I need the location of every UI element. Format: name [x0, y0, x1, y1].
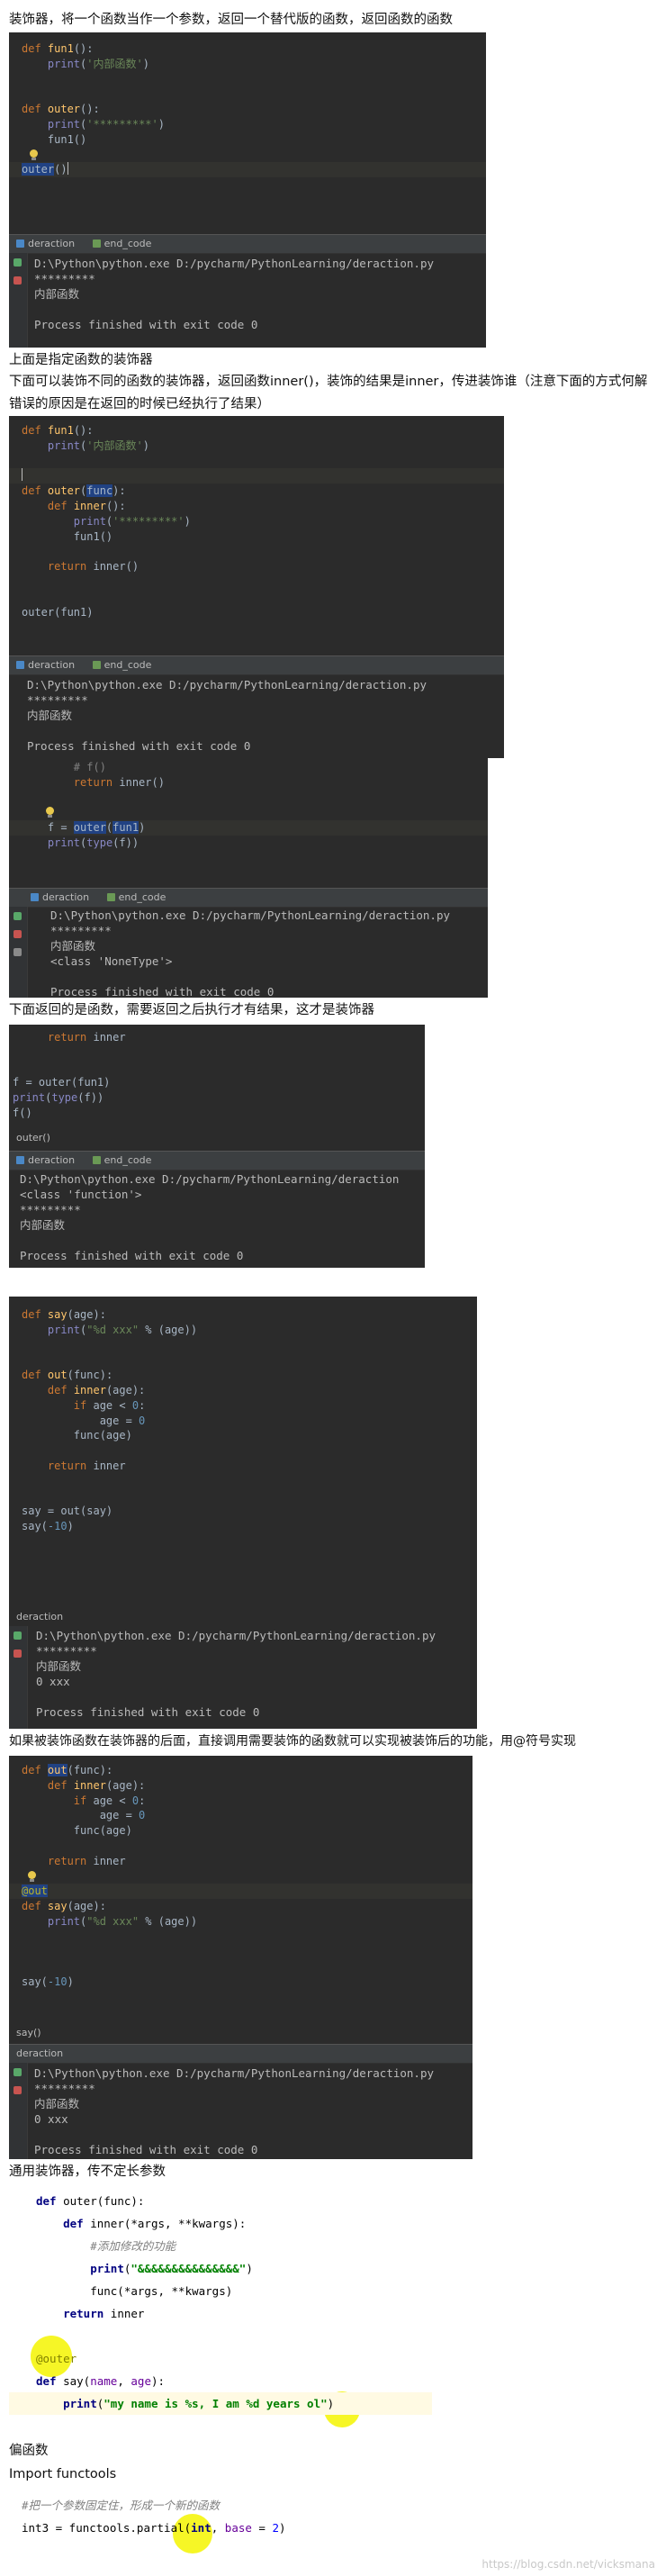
note-generic-decorator: 下面可以装饰不同的函数的装饰器，返回函数inner()，装饰的结果是inner，…: [9, 375, 648, 411]
run-gutter: [9, 1626, 28, 1729]
note-import-functools: Import functools: [9, 2467, 117, 2481]
run-output: D:\Python\python.exe D:/pycharm/PythonLe…: [34, 2066, 435, 2156]
watermark: https://blog.csdn.net/vicksmana: [482, 2558, 655, 2571]
stop-icon[interactable]: [14, 2086, 22, 2094]
screenshot-type-none: # f() return inner() f = outer(fun1) pri…: [9, 758, 488, 998]
tab-end-code[interactable]: end_code: [86, 235, 159, 253]
tab-end-code[interactable]: end_code: [86, 656, 159, 674]
pause-icon[interactable]: [14, 948, 22, 956]
code-editor[interactable]: def outer(func): def inner(*args, **kwar…: [9, 2190, 432, 2415]
run-icon: [92, 240, 101, 248]
code-editor[interactable]: return inner f = outer(fun1) print(type(…: [9, 1030, 425, 1121]
screenshot-fun1-outer: def fun1(): print('内部函数') def outer(): p…: [9, 32, 486, 348]
run-tabs: deraction end_code: [9, 1151, 425, 1170]
stop-icon[interactable]: [14, 1650, 22, 1658]
tab-deraction[interactable]: deraction: [9, 656, 82, 674]
run-tabs: deraction end_code: [9, 655, 504, 675]
screenshot-at-decorator: def out(func): def inner(age): if age < …: [9, 1756, 472, 2159]
screenshot-varargs-decorator: def outer(func): def inner(*args, **kwar…: [9, 2186, 432, 2434]
run-icon: [106, 893, 115, 901]
code-editor[interactable]: # f() return inner() f = outer(fun1) pri…: [9, 760, 488, 851]
run-icon: [16, 240, 24, 248]
run-icon: [92, 661, 101, 669]
note-partial-function: 偏函数: [9, 2444, 49, 2458]
run-icon: [31, 893, 39, 901]
note-specific-decorator: 上面是指定函数的装饰器: [9, 353, 153, 367]
screenshot-partial: #把一个参数固定住，形成一个新的函数 int3 = functools.part…: [9, 2490, 459, 2555]
tab-deraction[interactable]: deraction: [9, 235, 82, 253]
screenshot-type-function: return inner f = outer(fun1) print(type(…: [9, 1025, 425, 1268]
code-editor[interactable]: def out(func): def inner(age): if age < …: [9, 1763, 472, 1990]
note-generic-varargs: 通用装饰器，传不定长参数: [9, 2165, 166, 2179]
run-icon: [16, 1156, 24, 1164]
breadcrumb: outer(): [9, 1129, 425, 1147]
run-tabs: deraction: [9, 1608, 477, 1626]
run-icon: [16, 661, 24, 669]
note-at-symbol: 如果被装饰函数在装饰器的后面，直接调用需要装饰的函数就可以实现被装饰后的功能，用…: [9, 1734, 576, 1749]
tab-deraction[interactable]: deraction: [9, 1608, 70, 1626]
run-icon: [92, 1156, 101, 1164]
run-gutter: [9, 907, 28, 998]
rerun-icon[interactable]: [14, 258, 22, 267]
run-output: D:\Python\python.exe D:/pycharm/PythonLe…: [27, 678, 428, 753]
lightbulb-icon[interactable]: [45, 807, 55, 818]
run-output: D:\Python\python.exe D:/pycharm/PythonLe…: [36, 1629, 436, 1719]
stop-icon[interactable]: [14, 276, 22, 285]
tab-end-code[interactable]: end_code: [86, 1152, 159, 1170]
run-tabs: deraction end_code: [9, 888, 488, 908]
code-editor[interactable]: def fun1(): print('内部函数') def outer(func…: [9, 423, 504, 619]
run-output: D:\Python\python.exe D:/pycharm/PythonLe…: [50, 908, 451, 998]
rerun-icon[interactable]: [14, 912, 22, 920]
lightbulb-icon[interactable]: [27, 1870, 37, 1882]
tab-deraction[interactable]: deraction: [9, 889, 96, 907]
breadcrumb-outer[interactable]: outer(): [9, 1129, 58, 1147]
code-editor[interactable]: def say(age): print("%d xxx" % (age)) de…: [9, 1307, 477, 1534]
screenshot-outer-func: def fun1(): print('内部函数') def outer(func…: [9, 416, 504, 758]
tab-end-code[interactable]: end_code: [100, 889, 174, 907]
code-editor[interactable]: def fun1(): print('内部函数') def outer(): p…: [9, 41, 486, 178]
lightbulb-icon[interactable]: [29, 149, 39, 160]
run-output: D:\Python\python.exe D:/pycharm/PythonLe…: [20, 1172, 400, 1262]
note-return-function: 下面返回的是函数，需要返回之后执行才有结果，这才是装饰器: [9, 1003, 374, 1017]
screenshot-say-out: def say(age): print("%d xxx" % (age)) de…: [9, 1297, 477, 1729]
rerun-icon[interactable]: [14, 2068, 22, 2076]
run-tabs: deraction: [9, 2044, 472, 2064]
breadcrumb-say[interactable]: say(): [9, 2024, 49, 2042]
breadcrumb: say(): [9, 2024, 472, 2042]
stop-icon[interactable]: [14, 930, 22, 938]
tab-deraction[interactable]: deraction: [9, 2045, 70, 2063]
code-editor[interactable]: #把一个参数固定住，形成一个新的函数 int3 = functools.part…: [9, 2494, 459, 2539]
run-gutter: [9, 253, 28, 348]
run-tabs: deraction end_code: [9, 234, 486, 254]
note-decorator-intro: 装饰器，将一个函数当作一个参数，返回一个替代版的函数，返回函数的函数: [9, 13, 453, 27]
run-output: D:\Python\python.exe D:/pycharm/PythonLe…: [34, 257, 435, 331]
tab-deraction[interactable]: deraction: [9, 1152, 82, 1170]
rerun-icon[interactable]: [14, 1631, 22, 1640]
run-gutter: [9, 2063, 28, 2159]
